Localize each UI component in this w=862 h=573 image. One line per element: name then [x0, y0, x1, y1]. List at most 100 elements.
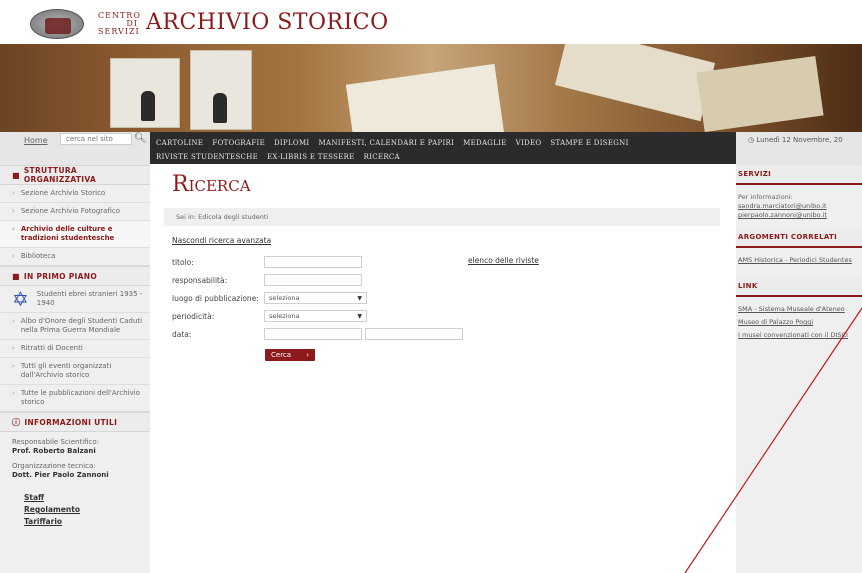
resp-name: Prof. Roberto Balzani — [12, 447, 96, 455]
nav-item-archivio-culture[interactable]: › Archivio delle culture e tradizioni stu… — [0, 221, 150, 248]
search-form: titolo: elenco delle riviste responsabil… — [172, 253, 714, 361]
sma-link[interactable]: SMA - Sistema Museale d'Ateneo — [738, 305, 860, 314]
nav-item-label: Ritratti di Docenti — [20, 344, 83, 352]
org-label: Organizzazione tecnica: — [12, 462, 96, 470]
main-content: Ricerca Sei in: Edicola degli studenti N… — [150, 164, 736, 573]
clock-icon: ◷ — [748, 136, 755, 144]
struttura-heading-label: STRUTTURA ORGANIZZATIVA — [23, 166, 97, 184]
current-date: Lunedì 12 Novembre, 20 — [756, 136, 843, 144]
site-search-input[interactable] — [60, 133, 132, 145]
nav-stampe[interactable]: Stampe e Disegni — [550, 136, 628, 150]
nav-item-biblioteca[interactable]: › Biblioteca — [0, 248, 150, 266]
nav-item-label: Sezione Archivio Fotografico — [20, 207, 121, 215]
nav-item-eventi[interactable]: › Tutti gli eventi organizzati dall'Archi… — [0, 358, 150, 385]
nav-diplomi[interactable]: Diplomi — [274, 136, 310, 150]
home-link[interactable]: Home — [24, 136, 48, 145]
nav-item-label: Biblioteca — [20, 252, 56, 260]
periodicita-select-value: seleziona — [269, 312, 300, 320]
nav-item-albo-onore[interactable]: › Albo d'Onore degli Studenti Caduti nell… — [0, 313, 150, 340]
resp-label: Responsabile Scientifico: — [12, 438, 100, 446]
tariffario-link[interactable]: Tariffario — [24, 516, 126, 528]
primo-piano-heading-label: IN PRIMO PIANO — [23, 271, 97, 281]
caret-right-icon: › — [12, 225, 15, 233]
periodicita-label: periodicità: — [172, 311, 215, 321]
staff-link[interactable]: Staff — [24, 492, 126, 504]
nav-item-ritratti-docenti[interactable]: › Ritratti di Docenti — [0, 340, 150, 358]
breadcrumb: Sei in: Edicola degli studenti — [164, 208, 720, 226]
servizi-text: Per informazioni: — [738, 193, 793, 201]
date-bar: ◷ Lunedì 12 Novembre, 20 — [736, 132, 862, 165]
nav-item-sezione-archivio-storico[interactable]: › Sezione Archivio Storico — [0, 185, 150, 203]
nav-item-sezione-archivio-fotografico[interactable]: › Sezione Archivio Fotografico — [0, 203, 150, 221]
argomenti-body: AMS Historica - Periodici Studentes — [736, 248, 862, 277]
data-label: data: — [172, 329, 192, 339]
struttura-heading: ■ STRUTTURA ORGANIZZATIVA — [0, 165, 150, 185]
responsabilita-label: responsabilità: — [172, 275, 228, 285]
regolamento-link[interactable]: Regolamento — [24, 504, 126, 516]
nav-item-pubblicazioni[interactable]: › Tutte le pubblicazioni dell'Archivio st… — [0, 385, 150, 412]
page-title: Ricerca — [172, 172, 251, 197]
info-heading: ⓘ INFORMAZIONI UTILI — [0, 412, 150, 432]
nav-fotografie[interactable]: Fotografie — [212, 136, 265, 150]
right-sidebar: ◷ Lunedì 12 Novembre, 20 SERVIZI Per inf… — [736, 132, 862, 573]
building-icon: ■ — [12, 271, 20, 281]
nav-item-label: Sezione Archivio Storico — [20, 189, 106, 197]
star-of-david-icon: ✡ — [12, 287, 29, 311]
left-sidebar: Home 🔍︎ ■ STRUTTURA ORGANIZZATIVA › Sezio… — [0, 132, 150, 573]
nav-exlibris[interactable]: Ex-libris e Tessere — [267, 150, 355, 164]
titolo-label: titolo: — [172, 257, 194, 267]
nav-medaglie[interactable]: Medaglie — [463, 136, 506, 150]
cerca-label: Cerca — [271, 351, 292, 359]
cerca-button[interactable]: Cerca › — [265, 349, 315, 361]
nav-item-label: Tutti gli eventi organizzati dall'Archiv… — [20, 362, 112, 379]
form-row-data: data: — [172, 325, 714, 343]
elenco-riviste-link[interactable]: elenco delle riviste — [468, 256, 539, 265]
link-heading: LINK — [736, 277, 862, 297]
dropdown-arrow-icon: ▼ — [357, 294, 362, 302]
site-header: CENTRO DI SERVIZI ARCHIVIO STORICO — [0, 0, 862, 44]
nav-ricerca[interactable]: Ricerca — [364, 150, 400, 164]
nav-item-label: Albo d'Onore degli Studenti Caduti nella… — [20, 317, 143, 334]
nav-video[interactable]: Video — [516, 136, 542, 150]
palazzo-poggi-link[interactable]: Museo di Palazzo Poggi — [738, 318, 860, 327]
university-seal-logo[interactable] — [30, 9, 84, 39]
building-icon: ■ — [12, 170, 20, 180]
caret-right-icon: › — [12, 362, 15, 370]
argomenti-heading: ARGOMENTI CORRELATI — [736, 228, 862, 248]
luogo-select-value: seleziona — [269, 294, 300, 302]
centro-line2: DI SERVIZI — [98, 19, 140, 36]
main-nav: Cartoline Fotografie Diplomi Manifesti, … — [150, 132, 736, 164]
nav-item-studenti-ebrei[interactable]: ✡ Studenti ebrei stranieri 1935 - 1940 — [0, 286, 150, 313]
email-link-marciatori[interactable]: sandra.marciatori@unibo.it — [738, 202, 860, 211]
toggle-advanced-search-link[interactable]: Nascondi ricerca avanzata — [172, 236, 271, 245]
caret-right-icon: › — [12, 252, 15, 260]
caret-right-icon: › — [12, 207, 15, 215]
info-icon: ⓘ — [12, 417, 21, 427]
form-row-luogo: luogo di pubblicazione: seleziona ▼ — [172, 289, 714, 307]
luogo-select[interactable]: seleziona ▼ — [264, 292, 367, 304]
nav-cartoline[interactable]: Cartoline — [156, 136, 203, 150]
search-icon[interactable]: 🔍︎ — [134, 133, 147, 144]
nav-item-label: Studenti ebrei stranieri 1935 - 1940 — [36, 290, 143, 307]
periodicita-select[interactable]: seleziona ▼ — [264, 310, 367, 322]
nav-riviste[interactable]: Riviste studentesche — [156, 150, 258, 164]
caret-right-icon: › — [12, 317, 15, 325]
nav-item-label: Tutte le pubblicazioni dell'Archivio sto… — [20, 389, 140, 406]
footer-links: Staff Regolamento Tariffario — [0, 486, 150, 534]
titolo-input[interactable] — [264, 256, 362, 268]
link-body: SMA - Sistema Museale d'Ateneo Museo di … — [736, 297, 862, 352]
email-link-zannoni[interactable]: pierpaolo.zannoni@unibo.it — [738, 211, 860, 220]
nav-manifesti[interactable]: Manifesti, Calendari e Papiri — [319, 136, 455, 150]
caret-right-icon: › — [12, 389, 15, 397]
org-name: Dott. Pier Paolo Zannoni — [12, 471, 109, 479]
info-body: Responsabile Scientifico: Prof. Roberto … — [0, 432, 150, 486]
info-heading-label: INFORMAZIONI UTILI — [24, 417, 118, 427]
data-from-input[interactable] — [264, 328, 362, 340]
luogo-label: luogo di pubblicazione: — [172, 293, 259, 303]
data-to-input[interactable] — [365, 328, 463, 340]
responsabilita-input[interactable] — [264, 274, 362, 286]
musei-convenzionati-link[interactable]: I musei convenzionati con il DISCI — [738, 331, 860, 340]
ams-historica-link[interactable]: AMS Historica - Periodici Studentes — [738, 256, 860, 265]
arrow-right-icon: › — [306, 351, 309, 359]
site-title[interactable]: ARCHIVIO STORICO — [146, 10, 389, 35]
